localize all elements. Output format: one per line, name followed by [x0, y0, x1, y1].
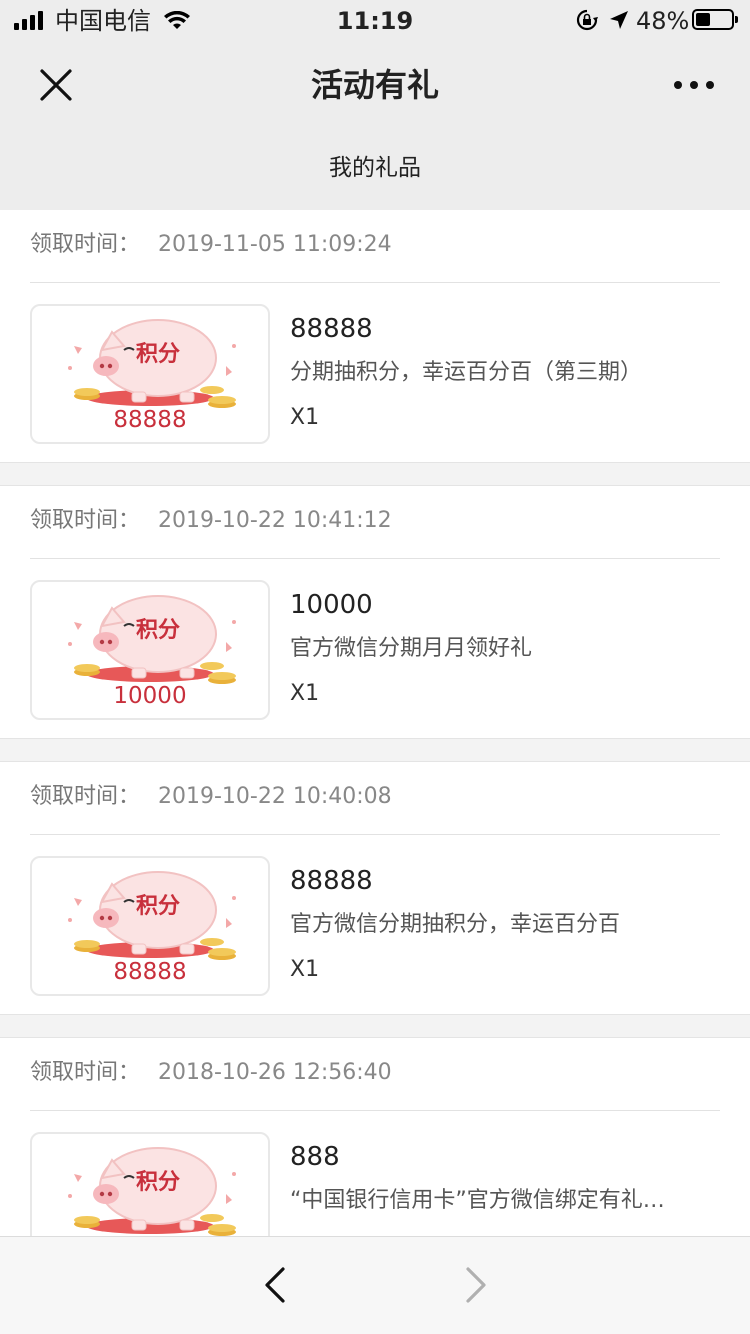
time-label: 领取时间：	[30, 232, 141, 257]
gift-description: “中国银行信用卡”官方微信绑定有礼…	[290, 1188, 665, 1213]
gift-card[interactable]: 领取时间： 2019-10-22 10:40:08 积分 88888 88888…	[0, 761, 750, 1015]
gift-amount: 10000	[290, 590, 373, 620]
battery-percent: 48%	[636, 7, 690, 35]
more-icon[interactable]	[666, 68, 722, 102]
time-label: 领取时间：	[30, 1060, 141, 1085]
gift-amount: 888	[290, 1142, 340, 1172]
page-title: 活动有礼	[310, 66, 439, 104]
gift-quantity: X1	[290, 405, 320, 430]
gift-card[interactable]: 领取时间： 2018-10-26 12:56:40 积分 888 “中国银行信用…	[0, 1037, 750, 1236]
gift-thumbnail: 积分	[30, 1132, 270, 1236]
claim-time: 2019-10-22 10:41:12	[158, 508, 392, 533]
section-title: 我的礼品	[0, 126, 750, 210]
gift-card[interactable]: 领取时间： 2019-11-05 11:09:24 积分 88888 88888…	[0, 210, 750, 463]
browser-toolbar	[0, 1236, 750, 1334]
nav-bar: 活动有礼	[0, 44, 750, 126]
time-label: 领取时间：	[30, 508, 141, 533]
thumb-label: 积分	[136, 894, 181, 919]
gift-description: 官方微信分期月月领好礼	[290, 636, 533, 661]
time-row: 领取时间： 2019-11-05 11:09:24	[30, 210, 720, 283]
gift-thumbnail: 积分 10000	[30, 580, 270, 720]
gift-card[interactable]: 领取时间： 2019-10-22 10:41:12 积分 10000 10000…	[0, 485, 750, 739]
thumb-label: 积分	[136, 618, 181, 643]
gift-description: 分期抽积分，幸运百分百（第三期）	[290, 360, 643, 385]
battery-icon	[692, 9, 738, 30]
thumb-label: 积分	[136, 1170, 181, 1195]
thumb-amount: 88888	[113, 407, 187, 433]
time-row: 领取时间： 2018-10-26 12:56:40	[30, 1038, 720, 1111]
time-row: 领取时间： 2019-10-22 10:41:12	[30, 486, 720, 559]
gift-list[interactable]: 领取时间： 2019-11-05 11:09:24 积分 88888 88888…	[0, 210, 750, 1236]
gift-amount: 88888	[290, 866, 373, 896]
claim-time: 2018-10-26 12:56:40	[158, 1060, 392, 1085]
chevron-left-icon[interactable]	[256, 1265, 296, 1305]
time-label: 领取时间：	[30, 784, 141, 809]
gift-quantity: X1	[290, 957, 320, 982]
chevron-right-icon[interactable]	[455, 1265, 495, 1305]
claim-time: 2019-10-22 10:40:08	[158, 784, 392, 809]
status-bar: 中国电信 11:19 48%	[0, 0, 750, 44]
orientation-lock-icon	[576, 9, 598, 31]
gift-quantity: X1	[290, 681, 320, 706]
location-arrow-icon	[610, 11, 628, 29]
thumb-amount: 88888	[113, 959, 187, 985]
claim-time: 2019-11-05 11:09:24	[158, 232, 392, 257]
time-row: 领取时间： 2019-10-22 10:40:08	[30, 762, 720, 835]
gift-amount: 88888	[290, 314, 373, 344]
thumb-amount: 10000	[113, 683, 187, 709]
thumb-label: 积分	[136, 342, 181, 367]
gift-description: 官方微信分期抽积分，幸运百分百	[290, 912, 621, 937]
gift-thumbnail: 积分 88888	[30, 304, 270, 444]
gift-thumbnail: 积分 88888	[30, 856, 270, 996]
